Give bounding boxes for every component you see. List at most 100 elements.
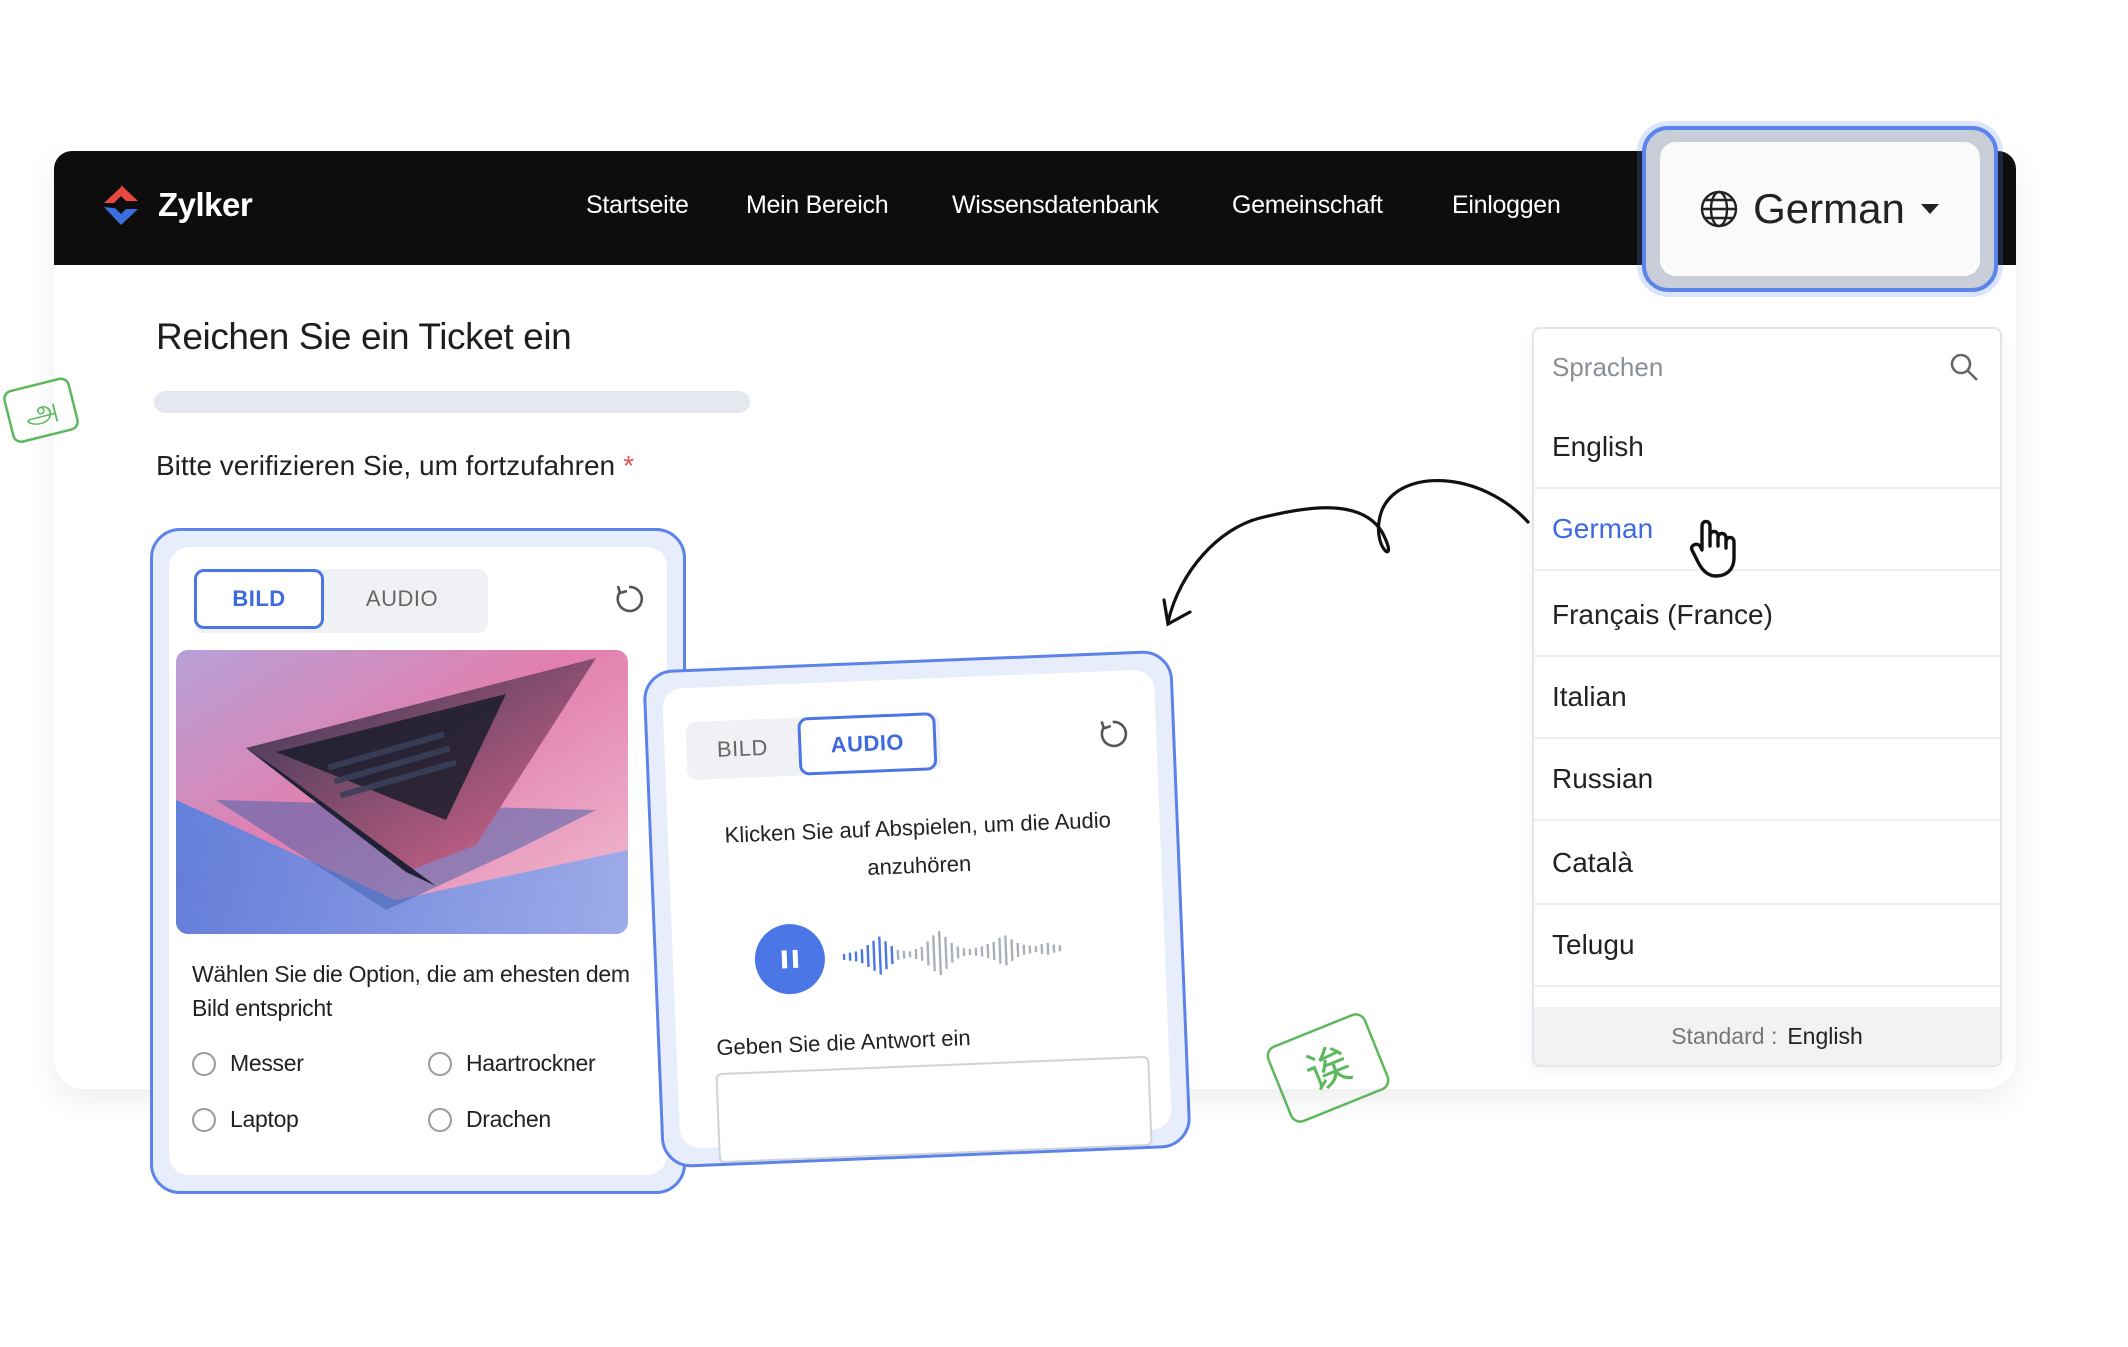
waveform-bar [998, 937, 1002, 964]
image-captcha-tabs: BILD AUDIO [194, 569, 488, 633]
option-messer[interactable]: Messer [192, 1050, 304, 1077]
waveform-bar [974, 947, 978, 956]
waveform-bar [1016, 942, 1020, 958]
waveform-bar [1046, 942, 1050, 955]
language-option-english[interactable]: English [1534, 407, 2000, 489]
tab-bild[interactable]: BILD [685, 718, 799, 780]
waveform-bar [950, 942, 954, 963]
waveform-bar [937, 931, 943, 976]
nav-link-wissensdatenbank[interactable]: Wissensdatenbank [952, 191, 1159, 220]
audio-captcha-card: BILD AUDIO Klicken Sie auf Abspielen, um… [642, 649, 1192, 1169]
brand[interactable]: Zylker [98, 181, 253, 229]
stamp-left-glyph: அ [21, 391, 62, 433]
language-option-italian[interactable]: Italian [1534, 657, 2000, 739]
waveform-bar [962, 948, 966, 957]
waveform-bar [872, 940, 876, 971]
caret-down-icon [1920, 204, 1939, 214]
pause-button[interactable] [753, 922, 827, 996]
waveform-bar [1040, 943, 1044, 955]
image-question: Wählen Sie die Option, die am ehesten de… [192, 961, 630, 1021]
waveform-bar [884, 941, 888, 970]
page-title: Reichen Sie ein Ticket ein [156, 316, 572, 357]
waveform-bar [1058, 945, 1062, 952]
waveform-bar [986, 944, 990, 959]
curved-arrow-icon [1162, 478, 1530, 627]
refresh-icon[interactable] [1095, 716, 1130, 751]
option-drachen[interactable]: Drachen [428, 1106, 551, 1133]
title-placeholder-bar [154, 391, 750, 413]
nav-link-mein-bereich[interactable]: Mein Bereich [746, 191, 889, 220]
waveform-bar [932, 935, 936, 972]
language-option-francais[interactable]: Français (France) [1534, 575, 2000, 657]
nav-link-gemeinschaft[interactable]: Gemeinschaft [1232, 191, 1383, 220]
language-option-russian[interactable]: Russian [1534, 739, 2000, 821]
audio-waveform [842, 931, 1062, 976]
radio-button[interactable] [192, 1107, 216, 1132]
default-language-label: Standard : [1671, 1022, 1778, 1049]
answer-label: Geben Sie die Antwort ein [715, 1024, 972, 1061]
waveform-bar [902, 950, 906, 959]
option-label: Drachen [466, 1106, 551, 1132]
audio-instruction: Klicken Sie auf Abspielen, um die Audio … [724, 807, 1112, 880]
waveform-bar [992, 941, 996, 960]
tab-audio[interactable]: AUDIO [324, 569, 480, 629]
option-label: Haartrockner [466, 1050, 596, 1076]
waveform-bar [914, 949, 918, 960]
waveform-bar [926, 941, 930, 966]
waveform-bar [1010, 939, 1014, 962]
required-mark: * [623, 450, 634, 481]
tab-bild[interactable]: BILD [194, 569, 324, 629]
nav-link-einloggen[interactable]: Einloggen [1452, 191, 1561, 220]
language-selector[interactable]: German [1642, 126, 1998, 292]
tamil-letter-stamp-icon: அ [3, 377, 79, 444]
waveform-bar [860, 949, 864, 964]
waveform-bar [968, 948, 972, 955]
audio-captcha-card-inner: BILD AUDIO Klicken Sie auf Abspielen, um… [661, 669, 1173, 1164]
waveform-bar [908, 951, 912, 958]
option-haartrockner[interactable]: Haartrockner [428, 1050, 596, 1077]
option-laptop[interactable]: Laptop [192, 1106, 299, 1133]
audio-captcha-content: BILD AUDIO Klicken Sie auf Abspielen, um… [662, 669, 1172, 1164]
option-label: Laptop [230, 1106, 299, 1132]
waveform-bar [1004, 935, 1008, 966]
brand-name: Zylker [158, 186, 253, 223]
waveform-bar [980, 946, 984, 957]
waveform-bar [956, 946, 960, 959]
globe-icon [1700, 190, 1738, 228]
radio-button[interactable] [428, 1051, 452, 1076]
language-selector-button[interactable]: German [1660, 142, 1980, 276]
refresh-icon[interactable] [612, 582, 646, 616]
audio-captcha-tabs: BILD AUDIO [685, 711, 942, 781]
nav-link-startseite[interactable]: Startseite [586, 191, 689, 220]
language-search [1534, 329, 2000, 405]
language-search-input[interactable] [1552, 347, 1932, 387]
waveform-bar [842, 953, 846, 961]
waveform-bar [1022, 944, 1026, 955]
radio-button[interactable] [192, 1051, 216, 1076]
language-option-german[interactable]: German [1534, 489, 2000, 571]
radio-button[interactable] [428, 1107, 452, 1132]
language-option-telugu[interactable]: Telugu [1534, 905, 2000, 987]
waveform-bar [1052, 944, 1056, 953]
default-language-footer: Standard : English [1534, 1007, 2000, 1065]
waveform-bar [890, 945, 894, 965]
waveform-bar [866, 944, 870, 968]
language-option-catala[interactable]: Català [1534, 823, 2000, 905]
waveform-bar [878, 936, 882, 975]
hand-cursor-icon [1689, 519, 1736, 578]
language-dropdown: English German Français (France) Italian… [1532, 327, 2002, 1067]
tab-audio[interactable]: AUDIO [797, 712, 938, 776]
chinese-character-stamp-icon: 诶 [1266, 1013, 1390, 1123]
pause-icon [781, 949, 799, 969]
verify-label: Bitte verifizieren Sie, um fortzufahren * [156, 450, 634, 482]
language-selector-label: German [1753, 185, 1905, 232]
waveform-bar [944, 936, 948, 969]
search-icon[interactable] [1948, 351, 1980, 383]
default-language-value: English [1787, 1022, 1863, 1049]
waveform-bar [896, 949, 900, 960]
waveform-bar [1034, 946, 1038, 953]
answer-input[interactable] [715, 1055, 1153, 1164]
waveform-bar [854, 951, 858, 962]
waveform-bar [1028, 945, 1032, 954]
option-label: Messer [230, 1050, 304, 1076]
